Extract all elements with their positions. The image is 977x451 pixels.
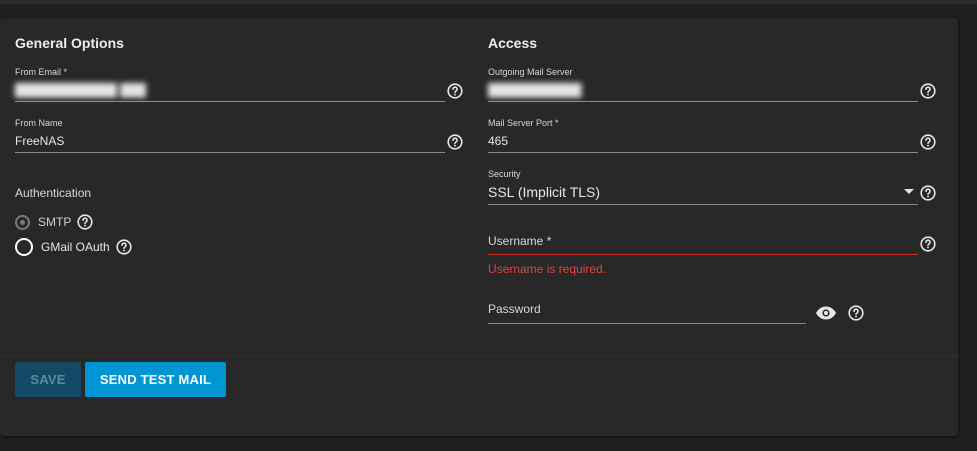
username-field[interactable]: Username *: [488, 234, 938, 264]
authentication-title: Authentication: [15, 186, 92, 200]
send-test-mail-button[interactable]: SEND TEST MAIL: [85, 362, 226, 397]
mail-server-port-label: Mail Server Port *: [488, 118, 559, 128]
help-icon[interactable]: [848, 305, 864, 321]
help-icon[interactable]: [77, 214, 93, 230]
help-icon[interactable]: [920, 134, 936, 150]
help-icon[interactable]: [447, 134, 463, 150]
from-email-underline: [15, 101, 445, 102]
from-name-value[interactable]: FreeNAS: [15, 134, 64, 148]
password-field[interactable]: Password: [488, 302, 808, 332]
top-bar: [0, 0, 977, 4]
eye-icon[interactable]: [815, 305, 837, 321]
from-name-label: From Name: [15, 118, 63, 128]
auth-option-smtp[interactable]: SMTP: [15, 212, 93, 232]
gmail-oauth-label: GMail OAuth: [41, 240, 110, 254]
help-icon[interactable]: [920, 236, 936, 252]
from-name-field[interactable]: From Name FreeNAS: [15, 118, 465, 154]
username-underline: [488, 254, 918, 255]
password-underline: [488, 323, 806, 324]
mail-server-port-value[interactable]: 465: [488, 134, 508, 148]
from-name-underline: [15, 152, 445, 153]
help-icon[interactable]: [920, 185, 936, 201]
outgoing-mail-server-label: Outgoing Mail Server: [488, 67, 573, 77]
from-email-value[interactable]: ████████████ ███: [15, 83, 146, 97]
security-label: Security: [488, 169, 521, 179]
security-select[interactable]: Security SSL (Implicit TLS): [488, 169, 938, 205]
from-email-field[interactable]: From Email * ████████████ ███: [15, 67, 465, 103]
outgoing-mail-server-value[interactable]: ███████████: [488, 83, 582, 97]
username-label: Username *: [488, 234, 552, 248]
mail-server-port-field[interactable]: Mail Server Port * 465: [488, 118, 938, 154]
from-email-label: From Email *: [15, 67, 68, 77]
gmail-oauth-radio[interactable]: [15, 238, 33, 256]
password-label: Password: [488, 302, 541, 316]
save-button[interactable]: SAVE: [15, 362, 81, 397]
smtp-label: SMTP: [38, 215, 72, 229]
general-options-title: General Options: [15, 35, 124, 51]
access-title: Access: [488, 35, 538, 51]
help-icon[interactable]: [116, 239, 132, 255]
security-underline: [488, 204, 918, 205]
security-value[interactable]: SSL (Implicit TLS): [488, 184, 600, 200]
chevron-down-icon[interactable]: [904, 189, 914, 194]
auth-option-gmail-oauth[interactable]: GMail OAuth: [15, 237, 132, 257]
outgoing-mail-server-underline: [488, 101, 918, 102]
smtp-radio[interactable]: [15, 214, 30, 230]
username-error-message: Username is required.: [488, 262, 607, 276]
help-icon[interactable]: [920, 83, 936, 99]
mail-server-port-underline: [488, 152, 918, 153]
outgoing-mail-server-field[interactable]: Outgoing Mail Server ███████████: [488, 67, 938, 103]
help-icon[interactable]: [447, 83, 463, 99]
actions-divider: [0, 356, 958, 357]
